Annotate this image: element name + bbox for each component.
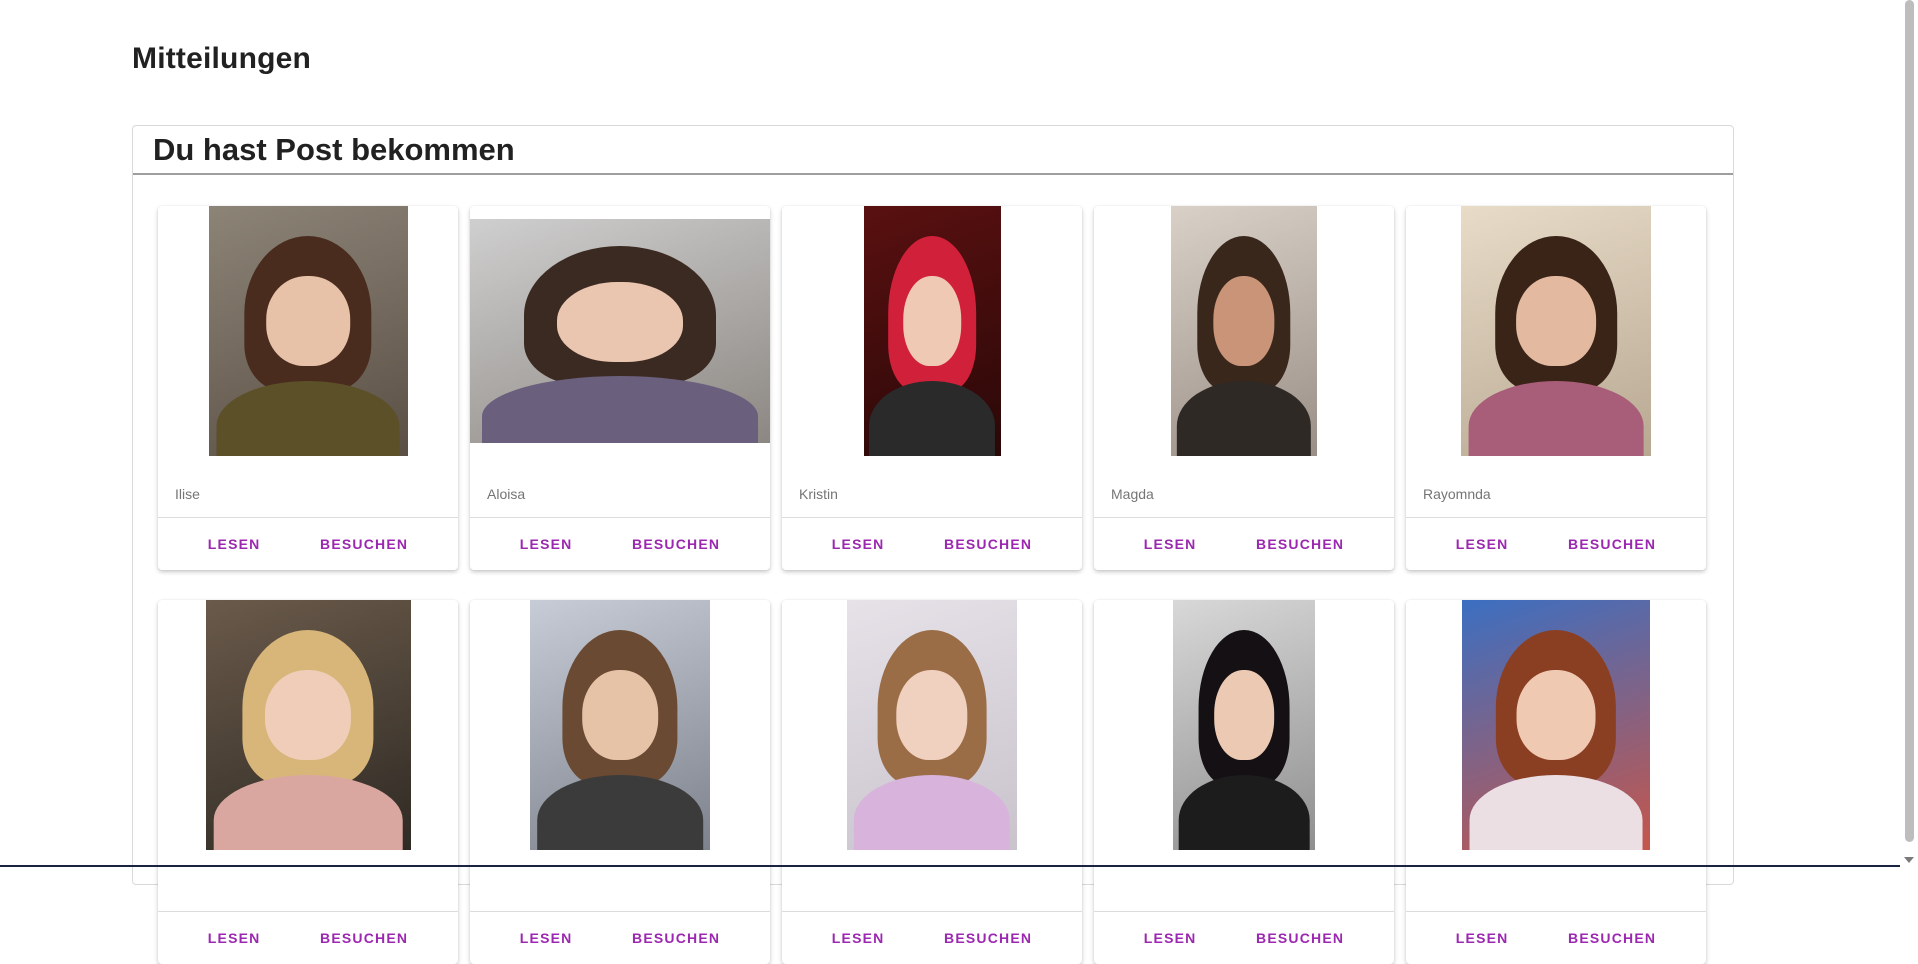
sender-name: Aloisa	[487, 486, 526, 502]
sender-name: Kristin	[799, 486, 838, 502]
visit-button[interactable]: BESUCHEN	[306, 922, 422, 954]
photo-area	[1406, 600, 1706, 850]
visit-button[interactable]: BESUCHEN	[1554, 922, 1670, 954]
message-grid: Ilise LESEN BESUCHEN Aloisa LESEN BESUCH…	[158, 206, 1706, 964]
read-button[interactable]: LESEN	[506, 528, 587, 560]
profile-photo[interactable]	[470, 219, 770, 443]
read-button[interactable]: LESEN	[1442, 528, 1523, 560]
read-button[interactable]: LESEN	[1442, 922, 1523, 954]
message-card: Magda LESEN BESUCHEN	[1094, 206, 1394, 570]
profile-photo[interactable]	[208, 206, 408, 456]
message-card: Aloisa LESEN BESUCHEN	[470, 206, 770, 570]
profile-photo[interactable]	[1461, 206, 1651, 456]
visit-button[interactable]: BESUCHEN	[1242, 922, 1358, 954]
read-button[interactable]: LESEN	[1130, 528, 1211, 560]
photo-area	[782, 600, 1082, 850]
read-button[interactable]: LESEN	[506, 922, 587, 954]
card-actions: LESEN BESUCHEN	[1094, 911, 1394, 964]
visit-button[interactable]: BESUCHEN	[618, 528, 734, 560]
sender-name: Rayomnda	[1423, 486, 1491, 502]
messages-panel: Du hast Post bekommen Ilise LESEN BESUCH…	[132, 125, 1734, 964]
read-button[interactable]: LESEN	[1130, 922, 1211, 954]
sender-name: Ilise	[175, 486, 200, 502]
page-title: Mitteilungen	[132, 42, 312, 75]
card-actions: LESEN BESUCHEN	[158, 911, 458, 964]
visit-button[interactable]: BESUCHEN	[1242, 528, 1358, 560]
visit-button[interactable]: BESUCHEN	[930, 528, 1046, 560]
read-button[interactable]: LESEN	[194, 528, 275, 560]
photo-area	[782, 206, 1082, 456]
profile-photo[interactable]	[530, 600, 710, 850]
card-actions: LESEN BESUCHEN	[158, 517, 458, 570]
message-card: LESEN BESUCHEN	[470, 600, 770, 964]
profile-photo[interactable]	[863, 206, 1001, 456]
card-actions: LESEN BESUCHEN	[782, 517, 1082, 570]
card-actions: LESEN BESUCHEN	[1094, 517, 1394, 570]
profile-photo[interactable]	[1173, 600, 1315, 850]
message-card: LESEN BESUCHEN	[782, 600, 1082, 964]
read-button[interactable]: LESEN	[818, 528, 899, 560]
visit-button[interactable]: BESUCHEN	[618, 922, 734, 954]
photo-area	[470, 600, 770, 850]
message-card: Ilise LESEN BESUCHEN	[158, 206, 458, 570]
card-actions: LESEN BESUCHEN	[470, 517, 770, 570]
photo-area	[1406, 206, 1706, 456]
scrollbar-thumb[interactable]	[1905, 0, 1914, 842]
profile-photo[interactable]	[205, 600, 411, 850]
message-card: LESEN BESUCHEN	[1406, 600, 1706, 964]
photo-area	[1094, 206, 1394, 456]
photo-area	[158, 206, 458, 456]
photo-area	[158, 600, 458, 850]
sender-name: Magda	[1111, 486, 1154, 502]
card-actions: LESEN BESUCHEN	[470, 911, 770, 964]
profile-photo[interactable]	[847, 600, 1017, 850]
card-actions: LESEN BESUCHEN	[1406, 517, 1706, 570]
visit-button[interactable]: BESUCHEN	[1554, 528, 1670, 560]
photo-area	[1094, 600, 1394, 850]
card-actions: LESEN BESUCHEN	[1406, 911, 1706, 964]
message-card: LESEN BESUCHEN	[158, 600, 458, 964]
photo-area	[470, 206, 770, 456]
message-card: Kristin LESEN BESUCHEN	[782, 206, 1082, 570]
message-card: LESEN BESUCHEN	[1094, 600, 1394, 964]
panel-title: Du hast Post bekommen	[153, 131, 515, 167]
read-button[interactable]: LESEN	[818, 922, 899, 954]
visit-button[interactable]: BESUCHEN	[306, 528, 422, 560]
profile-photo[interactable]	[1171, 206, 1317, 456]
vertical-scrollbar[interactable]	[1901, 0, 1918, 867]
read-button[interactable]: LESEN	[194, 922, 275, 954]
panel-header: Du hast Post bekommen	[133, 126, 1733, 175]
card-actions: LESEN BESUCHEN	[782, 911, 1082, 964]
profile-photo[interactable]	[1462, 600, 1650, 850]
message-card: Rayomnda LESEN BESUCHEN	[1406, 206, 1706, 570]
scroll-down-arrow-icon[interactable]	[1904, 857, 1914, 863]
visit-button[interactable]: BESUCHEN	[930, 922, 1046, 954]
